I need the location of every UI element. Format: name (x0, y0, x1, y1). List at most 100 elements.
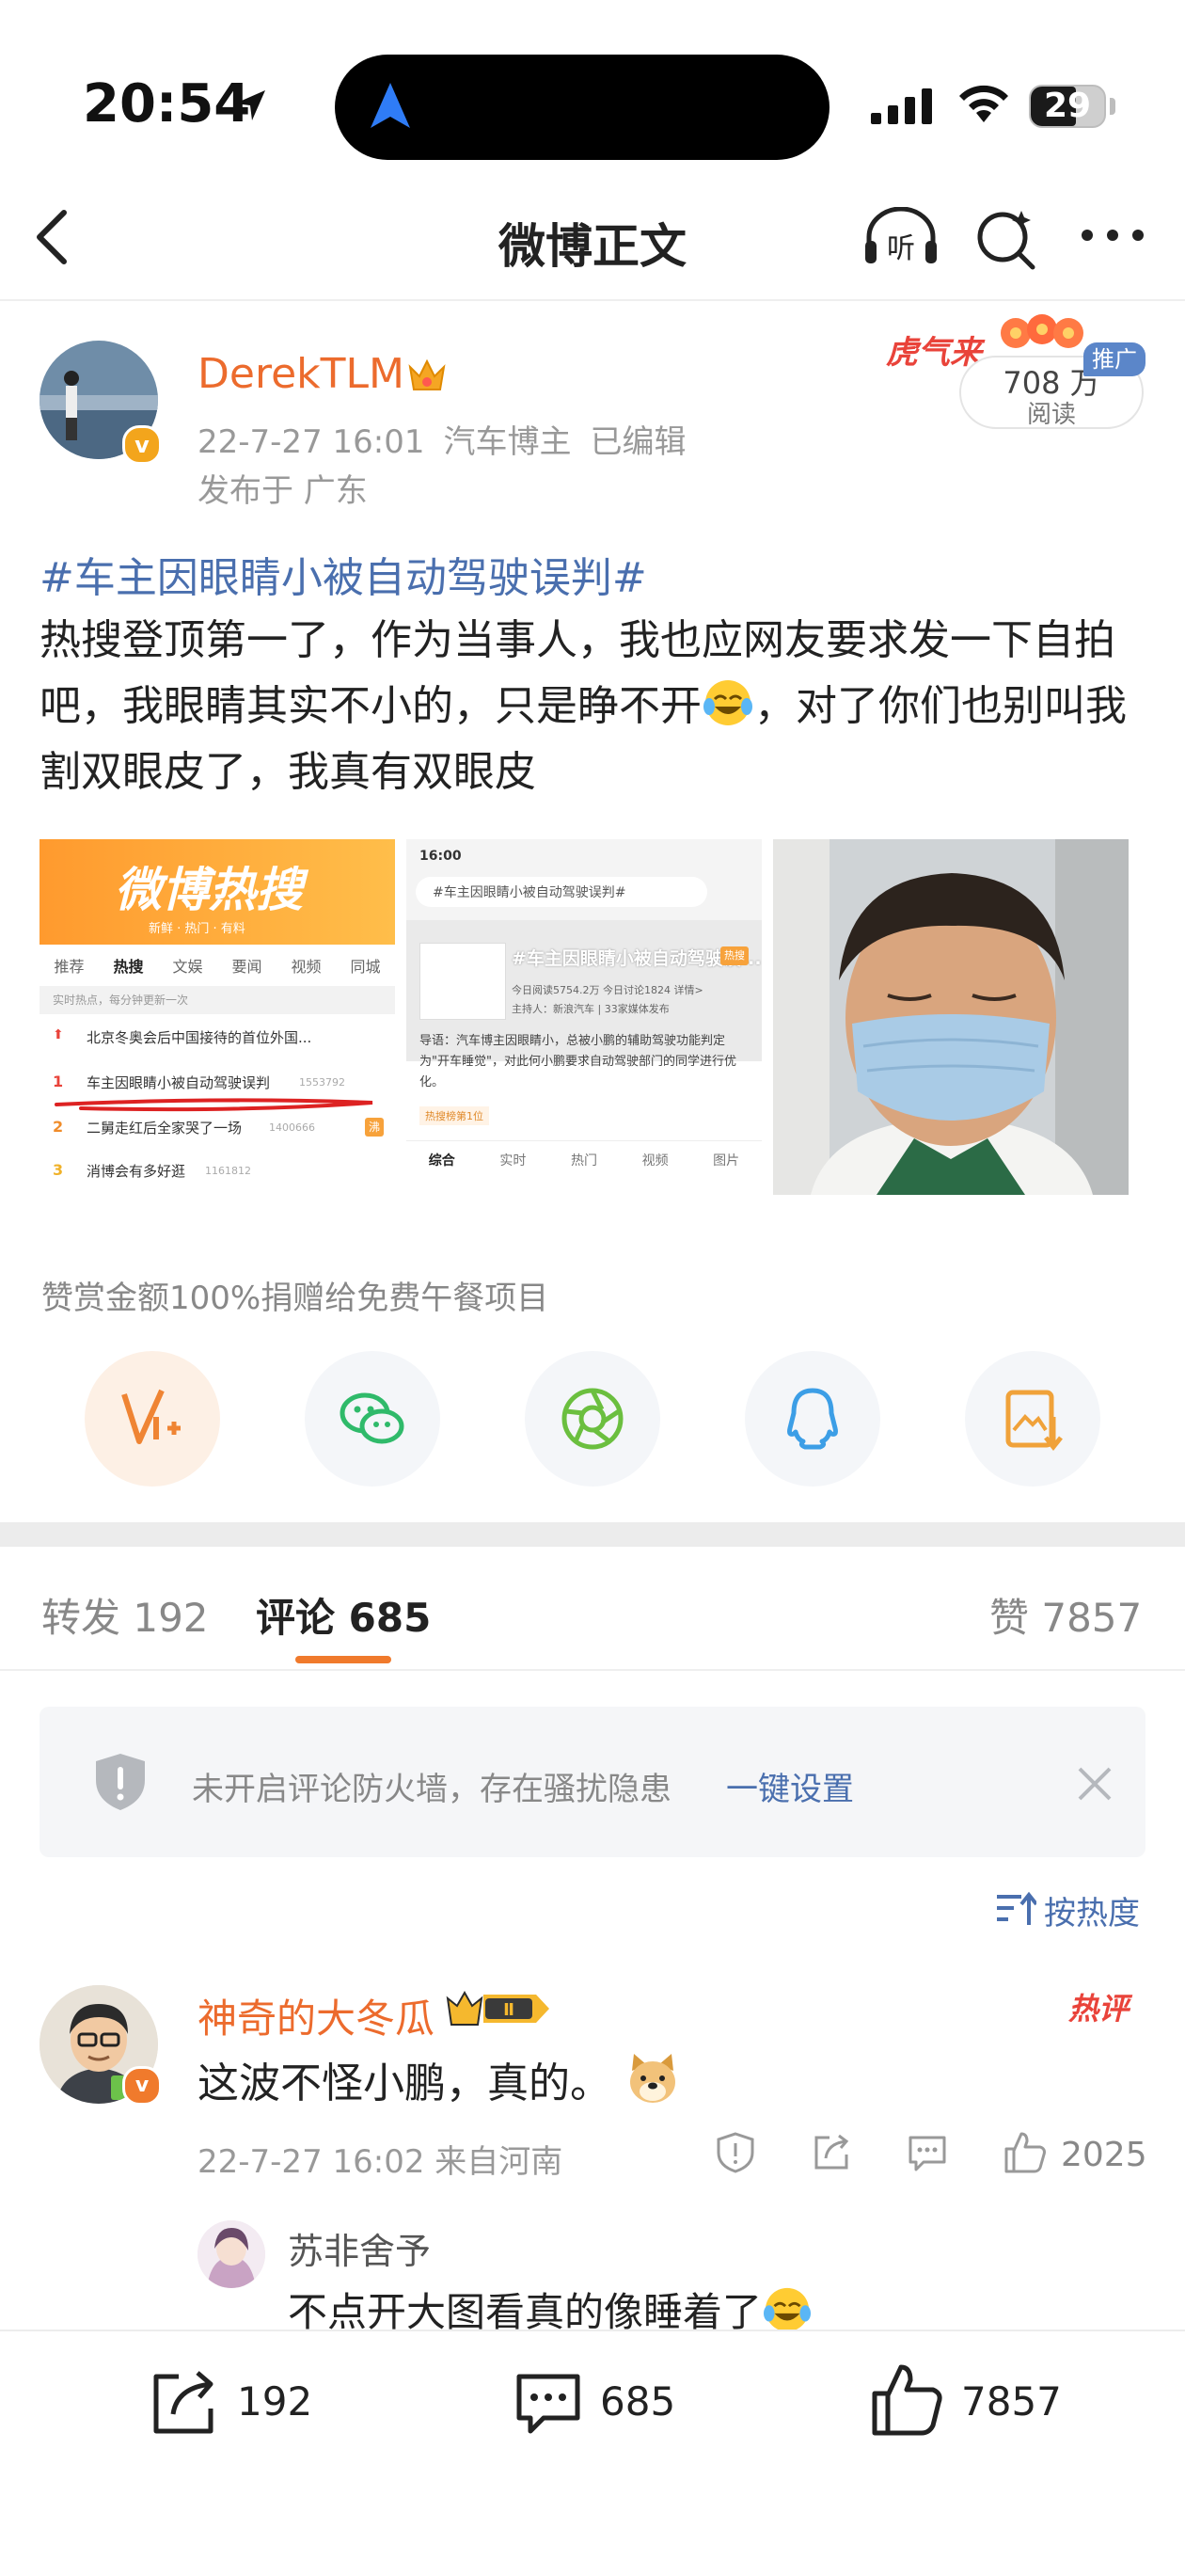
wechat-icon (340, 1392, 404, 1444)
hotsearch-count: 1400666 (269, 1121, 315, 1134)
reply-author[interactable]: 苏非舍予 (288, 2222, 431, 2274)
post-image-2[interactable]: 16:00 #车主因眼睛小被自动驾驶误判# #车主因眼睛小被自动驾驶误... 热… (406, 839, 762, 1195)
topic-status-time: 16:00 (419, 849, 462, 864)
topic-tab: 综合 (428, 1153, 455, 1169)
location-arrow-icon (235, 90, 265, 120)
hotsearch-count: 1553792 (299, 1076, 345, 1089)
verified-badge: v (122, 425, 162, 465)
navigation-arrow-icon (371, 83, 410, 128)
like-icon[interactable] (1003, 2130, 1048, 2175)
comment-count[interactable]: 685 (600, 2378, 675, 2425)
topic-host: 主持人：新浪汽车 | 33家媒体发布 (512, 1003, 670, 1015)
donate-note: 赞赏金额100%捐赠给免费午餐项目 (41, 1280, 549, 1317)
listen-label: 听 (887, 232, 915, 265)
laugh-cry-emoji-icon (764, 2287, 812, 2332)
hotsearch-tab: 热搜 (113, 958, 144, 976)
active-tab-indicator (295, 1656, 391, 1663)
comment-text: 这波不怪小鹏，真的。 (198, 2049, 681, 2109)
hotsearch-rank: 3 (53, 1161, 64, 1179)
sort-icon[interactable] (995, 1891, 1036, 1929)
shield-icon (96, 1754, 145, 1810)
forward-icon[interactable] (811, 2132, 852, 2173)
promo-tag: 推广 (1083, 342, 1146, 376)
hotsearch-tab: 推荐 (54, 958, 85, 976)
firewall-warning-text: 未开启评论防火墙，存在骚扰隐患 (192, 1771, 672, 1808)
like-icon[interactable] (869, 2361, 946, 2439)
member-level-text: Ⅱ (503, 2000, 514, 2020)
commenter-verified-badge: v (122, 2066, 162, 2106)
topic-rank-chip: 热搜榜第1位 (419, 1106, 489, 1125)
laugh-cry-emoji-icon (703, 680, 752, 725)
hotsearch-banner-sub: 新鲜 · 热门 · 有料 (149, 922, 245, 936)
topic-tab: 热门 (570, 1153, 597, 1169)
share-wechat-button[interactable] (305, 1351, 440, 1487)
doge-emoji-icon (630, 2054, 675, 2103)
repost-icon[interactable] (147, 2367, 220, 2441)
topic-tab: 图片 (713, 1153, 740, 1169)
listen-icon[interactable]: 听 (861, 207, 940, 267)
comment-like-count: 2025 (1061, 2136, 1147, 2174)
post-hashtag[interactable]: #车主因眼睛小被自动驾驶误判# (40, 544, 647, 604)
hotsearch-count: 1161812 (205, 1165, 251, 1177)
like-count[interactable]: 7857 (961, 2378, 1062, 2425)
status-time: 20:54 (83, 73, 251, 135)
topic-tag: 热搜 (720, 946, 749, 965)
author-role: 汽车博主 (443, 423, 572, 461)
member-level-badge[interactable]: Ⅱ (442, 1987, 555, 2030)
battery-nub (1110, 98, 1115, 115)
close-icon[interactable] (1076, 1765, 1114, 1803)
topic-search: #车主因眼睛小被自动驾驶误判# (433, 885, 626, 900)
share-qq-button[interactable] (745, 1351, 880, 1487)
firewall-setup-link[interactable]: 一键设置 (726, 1763, 854, 1809)
author-name[interactable]: DerekTLM (198, 350, 404, 398)
hotsearch-rank: 1 (53, 1073, 64, 1090)
reply-avatar[interactable] (198, 2220, 265, 2288)
qq-icon (787, 1388, 838, 1450)
repost-count[interactable]: 192 (237, 2378, 312, 2425)
tab-reposts[interactable]: 转发 192 (41, 1586, 209, 1644)
hotsearch-rank: 2 (53, 1118, 64, 1136)
hotsearch-tabs: 推荐 热搜 文娱 要闻 视频 同城 (40, 945, 395, 986)
hotsearch-banner-title: 微博热搜 (115, 863, 303, 917)
hotsearch-tab: 同城 (350, 958, 381, 976)
vplus-button[interactable] (85, 1351, 220, 1487)
cellular-signal-icon (871, 88, 932, 124)
post-image-1[interactable]: 微博热搜 新鲜 · 热门 · 有料 推荐 热搜 文娱 要闻 视频 同城 实时热点… (40, 839, 395, 1195)
post-body: 热搜登顶第一了，作为当事人，我也应网友要求发一下自拍吧，我眼睛其实不小的，只是睁… (40, 608, 1149, 805)
crown-icon[interactable] (406, 356, 448, 395)
section-separator (0, 1522, 1185, 1547)
tab-divider (0, 1669, 1185, 1671)
hotsearch-update-note: 实时热点，每分钟更新一次 (53, 994, 189, 1007)
post-location: 发布于 广东 (198, 472, 368, 510)
reply-icon[interactable] (907, 2132, 948, 2173)
post-date: 22-7-27 16:01 (198, 423, 425, 461)
hotsearch-title: 北京冬奥会后中国接待的首位外国... (87, 1029, 312, 1046)
save-image-button[interactable] (965, 1351, 1100, 1487)
commenter-name[interactable]: 神奇的大冬瓜 (198, 1987, 434, 2044)
hot-comment-tag: 热评 (1068, 1991, 1130, 2027)
red-underline-mark (55, 1098, 373, 1112)
comment-icon[interactable] (512, 2367, 585, 2441)
tab-likes[interactable]: 赞 7857 (989, 1586, 1142, 1644)
hotsearch-title: 消博会有多好逛 (87, 1163, 186, 1180)
read-label: 阅读 (1026, 401, 1076, 429)
hotsearch-tab: 视频 (291, 958, 322, 976)
hotsearch-tab: 要闻 (231, 958, 262, 976)
topic-stats: 今日阅读5754.2万 今日讨论1824 详情> (512, 984, 703, 996)
hotsearch-tab: 文娱 (172, 958, 203, 976)
share-moments-button[interactable] (525, 1351, 660, 1487)
comment-meta: 22-7-27 16:02 来自河南 (198, 2143, 563, 2181)
hotsearch-title: 车主因眼睛小被自动驾驶误判 (87, 1074, 271, 1091)
wifi-icon (959, 85, 1008, 122)
report-icon[interactable] (715, 2132, 756, 2173)
topic-tab: 视频 (641, 1153, 669, 1169)
post-image-3[interactable] (773, 839, 1129, 1195)
search-icon[interactable] (974, 207, 1040, 273)
topic-tab: 实时 (499, 1153, 527, 1169)
moments-icon (561, 1388, 624, 1450)
sort-by-hot-button[interactable]: 按热度 (1044, 1887, 1140, 1933)
hotsearch-title: 二舅走红后全家哭了一场 (87, 1120, 243, 1137)
comment-text-content: 这波不怪小鹏，真的。 (198, 2059, 611, 2107)
more-icon[interactable] (1080, 226, 1146, 245)
tab-comments[interactable]: 评论 685 (256, 1586, 431, 1644)
